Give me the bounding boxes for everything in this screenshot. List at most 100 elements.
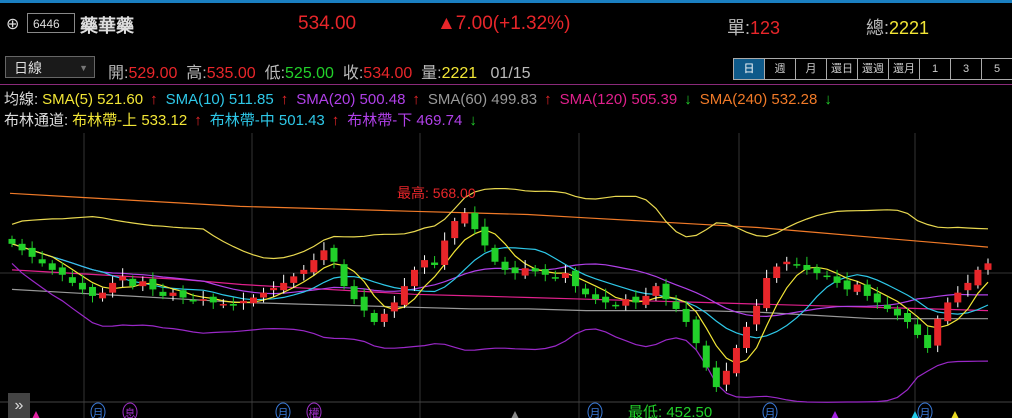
candle-body <box>551 277 559 279</box>
candle-body <box>813 267 821 274</box>
candle-body <box>833 276 841 283</box>
candle-body <box>139 281 147 287</box>
candle-body <box>169 292 177 296</box>
candle-body <box>974 269 982 286</box>
event-marker-label: 月 <box>765 408 776 418</box>
candle-body <box>571 270 579 287</box>
candle-body <box>984 263 992 270</box>
candle-body <box>964 282 972 291</box>
candle-body <box>853 284 861 292</box>
candle-body <box>672 301 680 309</box>
candle-body <box>863 284 871 296</box>
candle-body <box>904 313 912 322</box>
candle-body <box>270 287 278 291</box>
candle-body <box>48 263 56 270</box>
candle-body <box>390 302 398 312</box>
candle-body <box>612 304 620 307</box>
candle-body <box>410 269 418 287</box>
candle-body <box>491 247 499 262</box>
candle-body <box>451 221 459 239</box>
candle-body <box>883 304 891 309</box>
stock-chart-window: ⊕ 6446 藥華藥 534.00 ▲7.00(+1.32%) 單:123 總:… <box>0 0 1012 418</box>
candle-body <box>582 288 590 295</box>
sma60-line <box>11 288 988 320</box>
candle-body <box>743 326 751 349</box>
candle-body <box>280 282 288 291</box>
signal-triangle-icon <box>831 411 839 418</box>
low-label: 最低: 452.50 <box>628 404 713 418</box>
candle-body <box>592 294 600 300</box>
candle-body <box>219 304 227 306</box>
candle-body <box>732 348 740 374</box>
candle-body <box>109 282 117 293</box>
candle-body <box>189 299 197 302</box>
candle-body <box>924 334 932 349</box>
sma10-line <box>11 243 989 339</box>
candle-body <box>441 240 449 265</box>
candle-body <box>330 247 338 262</box>
signal-triangle-icon <box>511 411 519 418</box>
candle-body <box>99 292 107 299</box>
candle-body <box>632 296 640 303</box>
candle-body <box>793 264 801 266</box>
event-marker-label: 權 <box>309 407 320 418</box>
event-marker-label: 月 <box>920 408 931 418</box>
candle-body <box>8 238 16 244</box>
event-marker-label: 息 <box>125 406 136 418</box>
candle-body <box>290 276 298 283</box>
sma20-line <box>11 243 988 318</box>
candle-body <box>461 212 469 224</box>
candle-body <box>914 324 922 335</box>
candle-body <box>260 292 268 298</box>
candle-body <box>722 370 730 385</box>
candle-body <box>561 273 569 279</box>
candle-body <box>511 267 519 274</box>
candle-body <box>642 295 650 305</box>
candle-body <box>129 278 137 287</box>
candle-body <box>229 304 237 306</box>
candle-body <box>209 296 217 303</box>
candle-body <box>934 318 942 346</box>
candle-body <box>783 261 791 265</box>
candle-body <box>843 280 851 290</box>
candle-body <box>712 367 720 388</box>
candle-body <box>58 267 66 275</box>
candle-body <box>702 345 710 368</box>
candle-body <box>602 296 610 303</box>
candle-body <box>38 259 46 264</box>
candle-body <box>893 308 901 316</box>
candle-body <box>692 319 700 344</box>
candle-body <box>481 226 489 246</box>
candle-body <box>18 243 26 251</box>
candle-body <box>682 308 690 322</box>
price-chart[interactable]: 月息月權月月月 <box>0 3 1012 418</box>
candle-body <box>380 313 388 322</box>
event-marker-label: 月 <box>590 408 601 418</box>
candle-body <box>823 275 831 278</box>
candle-body <box>78 282 86 290</box>
candle-body <box>954 292 962 303</box>
sma240-line <box>9 192 989 248</box>
signal-triangle-icon <box>951 411 959 418</box>
candle-body <box>300 269 308 274</box>
candle-body <box>803 264 811 270</box>
candle-body <box>421 260 429 268</box>
candle-body <box>431 262 439 265</box>
candle-body <box>521 268 529 276</box>
event-marker-label: 月 <box>278 408 289 418</box>
candle-body <box>149 278 157 290</box>
candle-body <box>662 283 670 300</box>
candle-body <box>944 302 952 322</box>
candle-body <box>340 264 348 287</box>
candle-body <box>159 291 167 296</box>
double-chevron-right-icon[interactable]: » <box>8 393 30 418</box>
candle-body <box>763 278 771 309</box>
candle-body <box>350 286 358 300</box>
candle-body <box>400 286 408 305</box>
candle-body <box>320 250 328 261</box>
candle-body <box>622 299 630 306</box>
candle-body <box>239 300 247 304</box>
candle-body <box>199 299 207 301</box>
signal-triangle-icon <box>32 411 40 418</box>
event-marker-label: 月 <box>93 408 104 418</box>
